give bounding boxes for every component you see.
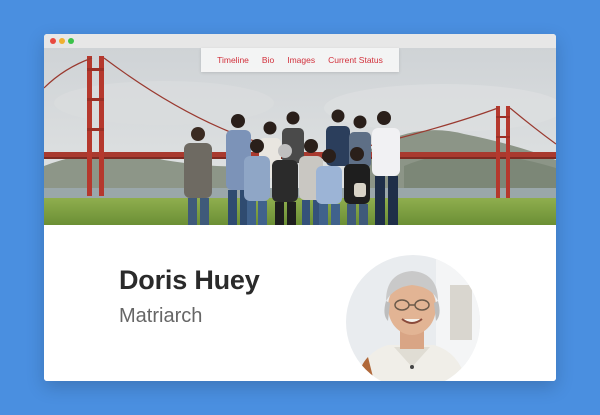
hero-family-photo <box>44 48 556 225</box>
nav-link-bio[interactable]: Bio <box>262 55 274 65</box>
profile-section: Doris Huey Matriarch <box>44 225 556 381</box>
profile-portrait <box>346 255 480 381</box>
nav-link-images[interactable]: Images <box>287 55 315 65</box>
nav-link-timeline[interactable]: Timeline <box>217 55 249 65</box>
profile-role: Matriarch <box>119 305 203 327</box>
close-dot-icon[interactable] <box>50 38 56 44</box>
nav-link-current-status[interactable]: Current Status <box>328 55 383 65</box>
minimize-dot-icon[interactable] <box>59 38 65 44</box>
top-navigation: Timeline Bio Images Current Status <box>201 48 399 72</box>
window-titlebar <box>44 34 556 48</box>
profile-name: Doris Huey <box>119 265 260 295</box>
browser-window: Timeline Bio Images Current Status Doris… <box>44 34 556 381</box>
maximize-dot-icon[interactable] <box>68 38 74 44</box>
